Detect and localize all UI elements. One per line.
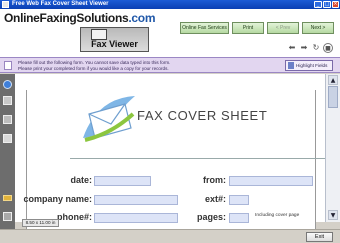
including-cover-page-label: Including cover page: [255, 213, 300, 218]
highlight-icon: [288, 62, 294, 69]
date-field[interactable]: [94, 176, 151, 186]
from-label: from:: [203, 175, 226, 185]
attachment-icon[interactable]: [3, 134, 12, 143]
highlight-fields-label: Highlight Fields: [296, 63, 328, 68]
fax-viewer-label: Fax Viewer: [91, 39, 138, 49]
arrow-right-icon[interactable]: ➡: [299, 43, 309, 53]
notice-text: Please fill out the following form. You …: [18, 60, 170, 72]
scroll-thumb[interactable]: [328, 86, 338, 108]
company-name-label: company name:: [23, 194, 92, 204]
next-button[interactable]: Next >: [302, 22, 334, 34]
ext-field[interactable]: [229, 195, 249, 205]
app-icon: [2, 1, 9, 8]
print-button[interactable]: Print: [232, 22, 264, 34]
signature-icon[interactable]: [3, 195, 12, 201]
tools-icon[interactable]: [3, 212, 12, 221]
sidebar: [0, 74, 15, 230]
refresh-icon[interactable]: ↻: [311, 43, 321, 53]
vertical-scrollbar[interactable]: ▲ ▼: [325, 74, 340, 222]
from-field[interactable]: [229, 176, 313, 186]
scroll-up-icon[interactable]: ▲: [328, 75, 338, 85]
exit-button[interactable]: Exit: [306, 232, 333, 242]
minimize-button[interactable]: _: [314, 1, 322, 8]
page-size-indicator: 8.50 x 11.00 in: [22, 219, 59, 227]
company-name-field[interactable]: [94, 195, 178, 205]
brand-name: OnlineFaxingSolutions: [4, 11, 129, 25]
online-fax-services-button[interactable]: Online Fax Services: [180, 22, 229, 34]
pages-label: pages:: [196, 212, 226, 222]
fax-viewer-badge: Fax Viewer: [80, 27, 149, 52]
window-title: Free Web Fax Cover Sheet Viewer: [12, 1, 109, 7]
close-button[interactable]: ×: [332, 1, 339, 8]
layers-icon[interactable]: [3, 96, 12, 105]
info-icon[interactable]: [3, 80, 12, 89]
stop-icon[interactable]: ■: [323, 43, 333, 53]
fax-envelope-logo: [83, 96, 135, 142]
scroll-down-icon[interactable]: ▼: [328, 210, 338, 220]
brand-logo[interactable]: OnlineFaxingSolutions.com: [4, 11, 156, 25]
ext-label: ext#:: [204, 194, 226, 204]
title-divider: [70, 158, 325, 159]
date-label: date:: [70, 175, 92, 185]
pages-icon[interactable]: [3, 115, 12, 124]
phone-field[interactable]: [94, 213, 178, 223]
highlight-fields-button[interactable]: Highlight Fields: [285, 60, 333, 71]
notice-bar: Please fill out the following form. You …: [0, 57, 340, 73]
brand-tld: com: [131, 11, 156, 25]
pages-field[interactable]: [229, 213, 249, 223]
notice-line-2: Please print your completed form if you …: [18, 66, 169, 71]
status-bar: [0, 229, 340, 243]
document-icon: [4, 61, 12, 70]
prev-button[interactable]: < Prev: [267, 22, 299, 34]
arrow-left-icon[interactable]: ⬅: [287, 43, 297, 53]
maximize-button[interactable]: □: [323, 1, 331, 8]
title-bar: Free Web Fax Cover Sheet Viewer _ □ ×: [0, 0, 340, 9]
cover-sheet-title: FAX COVER SHEET: [137, 108, 268, 123]
